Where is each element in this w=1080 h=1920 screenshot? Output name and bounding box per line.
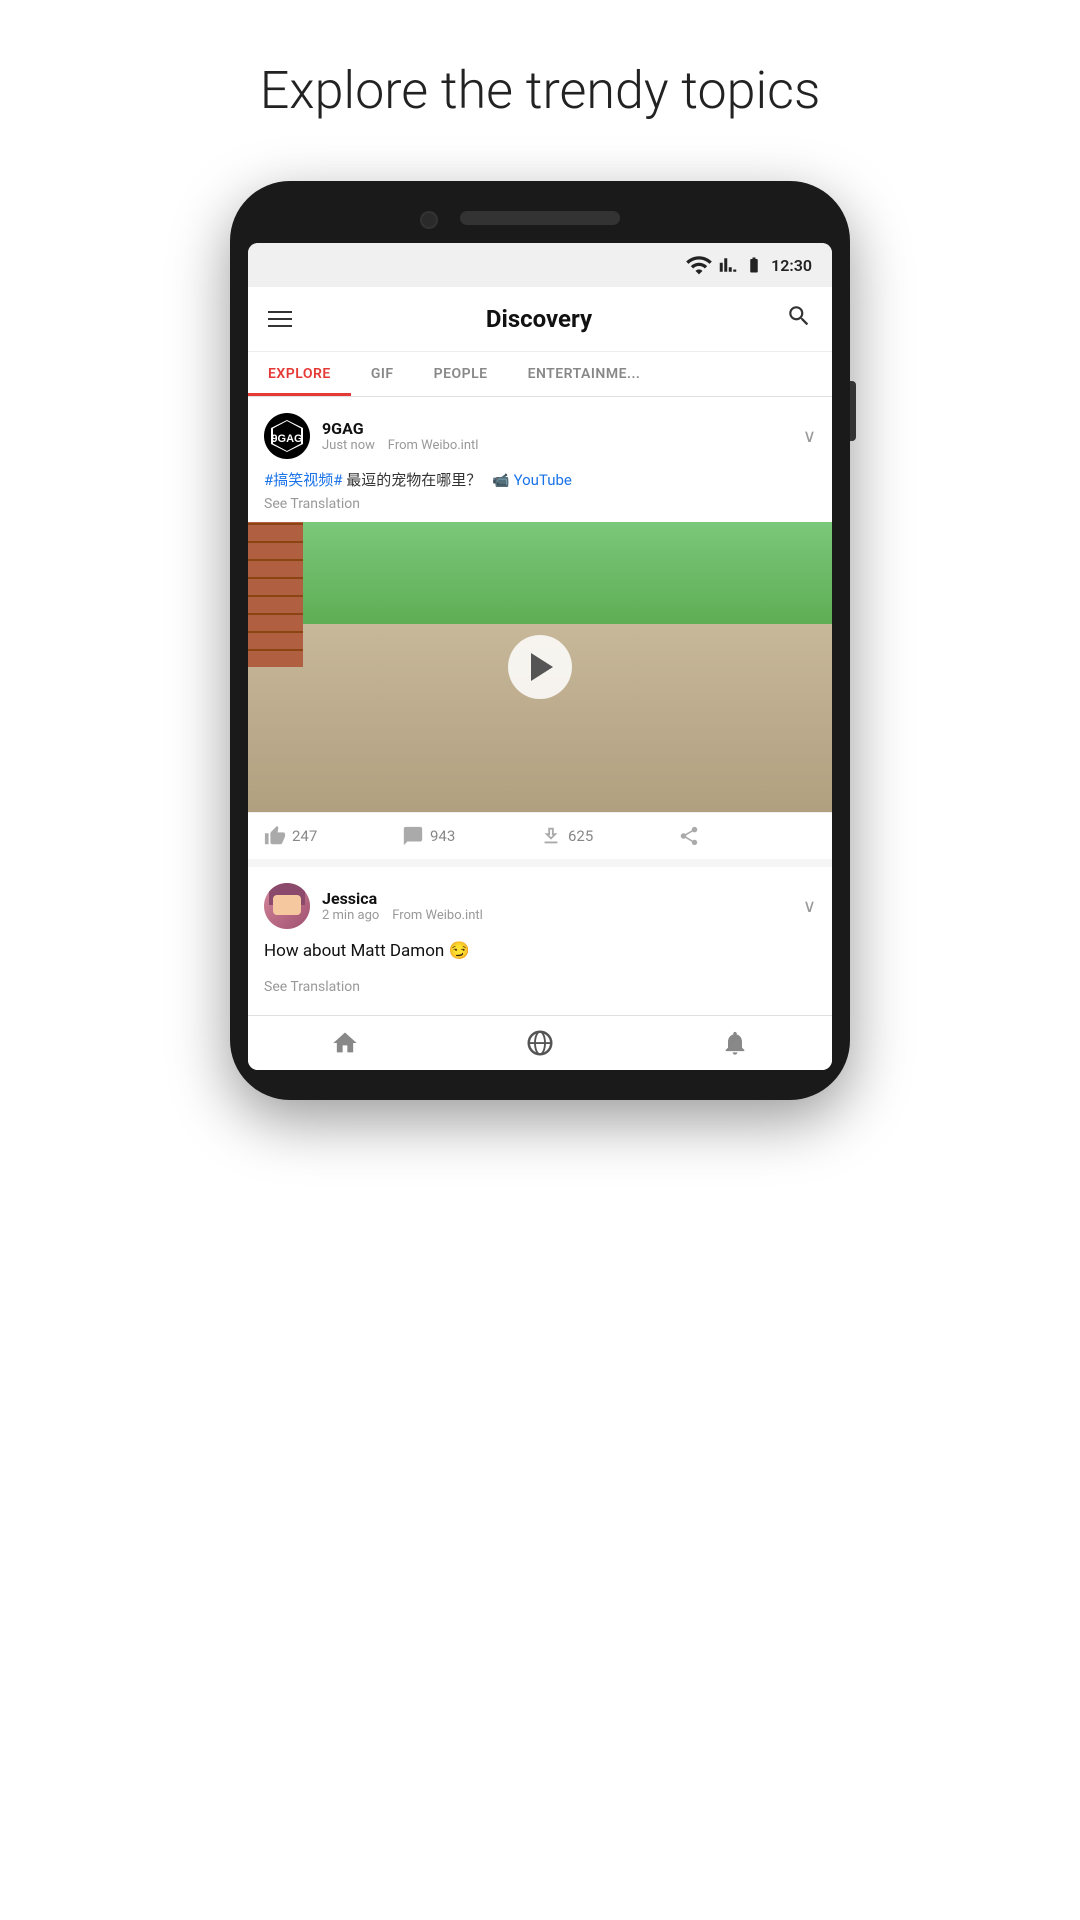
search-button[interactable] (786, 303, 812, 335)
battery-icon (743, 256, 765, 274)
comment-icon (402, 825, 424, 847)
comment-button[interactable]: 943 (402, 825, 540, 847)
nav-discover[interactable] (525, 1028, 555, 1058)
share-icon (678, 825, 700, 847)
repost-button[interactable]: 625 (540, 825, 678, 847)
9gag-logo: 9GAG (271, 420, 303, 452)
app-title: Discovery (486, 305, 592, 333)
status-bar: 12:30 (248, 243, 832, 287)
page-headline: Explore the trendy topics (260, 60, 821, 121)
tab-explore[interactable]: EXPLORE (248, 352, 351, 396)
status-time: 12:30 (771, 256, 812, 275)
post-text-2: How about Matt Damon 😏 (248, 939, 832, 975)
signal-icon (719, 256, 737, 274)
discover-icon (525, 1028, 555, 1058)
post-text-1: #搞笑视频# 最逗的宠物在哪里？ 📹 YouTube (264, 469, 816, 492)
post-menu-1[interactable]: ∨ (803, 426, 816, 447)
app-header: Discovery (248, 287, 832, 352)
post-content-1: #搞笑视频# 最逗的宠物在哪里？ 📹 YouTube See Translati… (248, 469, 832, 522)
play-icon (531, 653, 553, 681)
home-icon (331, 1029, 359, 1057)
phone-frame: 12:30 Discovery EXPLORE GIF (230, 181, 850, 1100)
hashtag-1[interactable]: #搞笑视频# (264, 471, 342, 489)
phone-speaker (460, 211, 620, 225)
post-image-1[interactable] (248, 522, 832, 812)
post-card-1: 9GAG 9GAG Just now From Weibo.intl (248, 397, 832, 859)
post-meta-1: Just now From Weibo.intl (322, 438, 478, 453)
nav-notifications[interactable] (721, 1029, 749, 1057)
see-translation-2[interactable]: See Translation (264, 979, 816, 995)
post-header-2: Jessica 2 min ago From Weibo.intl ∨ (248, 867, 832, 939)
svg-text:9GAG: 9GAG (271, 433, 302, 445)
like-count: 247 (292, 827, 317, 845)
tab-gif[interactable]: GIF (351, 352, 414, 396)
author-name-2: Jessica (322, 889, 483, 908)
like-button[interactable]: 247 (264, 825, 402, 847)
comment-count: 943 (430, 827, 455, 845)
repost-count: 625 (568, 827, 593, 845)
phone-side-button (850, 381, 856, 441)
tabs-bar: EXPLORE GIF PEOPLE ENTERTAINME... (248, 352, 832, 397)
bottom-nav (248, 1015, 832, 1070)
avatar-9gag: 9GAG (264, 413, 310, 459)
tab-entertainment[interactable]: ENTERTAINME... (508, 352, 661, 396)
share-button[interactable] (678, 825, 816, 847)
phone-screen: 12:30 Discovery EXPLORE GIF (248, 243, 832, 1070)
bell-icon (721, 1029, 749, 1057)
post-meta-2: 2 min ago From Weibo.intl (322, 908, 483, 923)
author-name-1: 9GAG (322, 419, 478, 438)
play-button[interactable] (508, 635, 572, 699)
post-menu-2[interactable]: ∨ (803, 896, 816, 917)
tab-people[interactable]: PEOPLE (414, 352, 508, 396)
post-header-1: 9GAG 9GAG Just now From Weibo.intl (248, 397, 832, 469)
wifi-icon (685, 251, 713, 279)
search-icon (786, 303, 812, 329)
post-card-2: Jessica 2 min ago From Weibo.intl ∨ How … (248, 867, 832, 1007)
see-translation-1[interactable]: See Translation (264, 496, 816, 512)
nav-home[interactable] (331, 1029, 359, 1057)
repost-icon (540, 825, 562, 847)
feed: 9GAG 9GAG Just now From Weibo.intl (248, 397, 832, 1007)
avatar-jessica (264, 883, 310, 929)
like-icon (264, 825, 286, 847)
youtube-link[interactable]: YouTube (514, 471, 572, 489)
author-info-2: Jessica 2 min ago From Weibo.intl (322, 889, 483, 923)
status-icons: 12:30 (685, 251, 812, 279)
author-info-1: 9GAG Just now From Weibo.intl (322, 419, 478, 453)
post-actions-1: 247 943 625 (248, 812, 832, 859)
hamburger-menu-button[interactable] (268, 311, 292, 327)
post-author-1: 9GAG 9GAG Just now From Weibo.intl (264, 413, 478, 459)
phone-camera (420, 211, 438, 229)
post-author-2: Jessica 2 min ago From Weibo.intl (264, 883, 483, 929)
